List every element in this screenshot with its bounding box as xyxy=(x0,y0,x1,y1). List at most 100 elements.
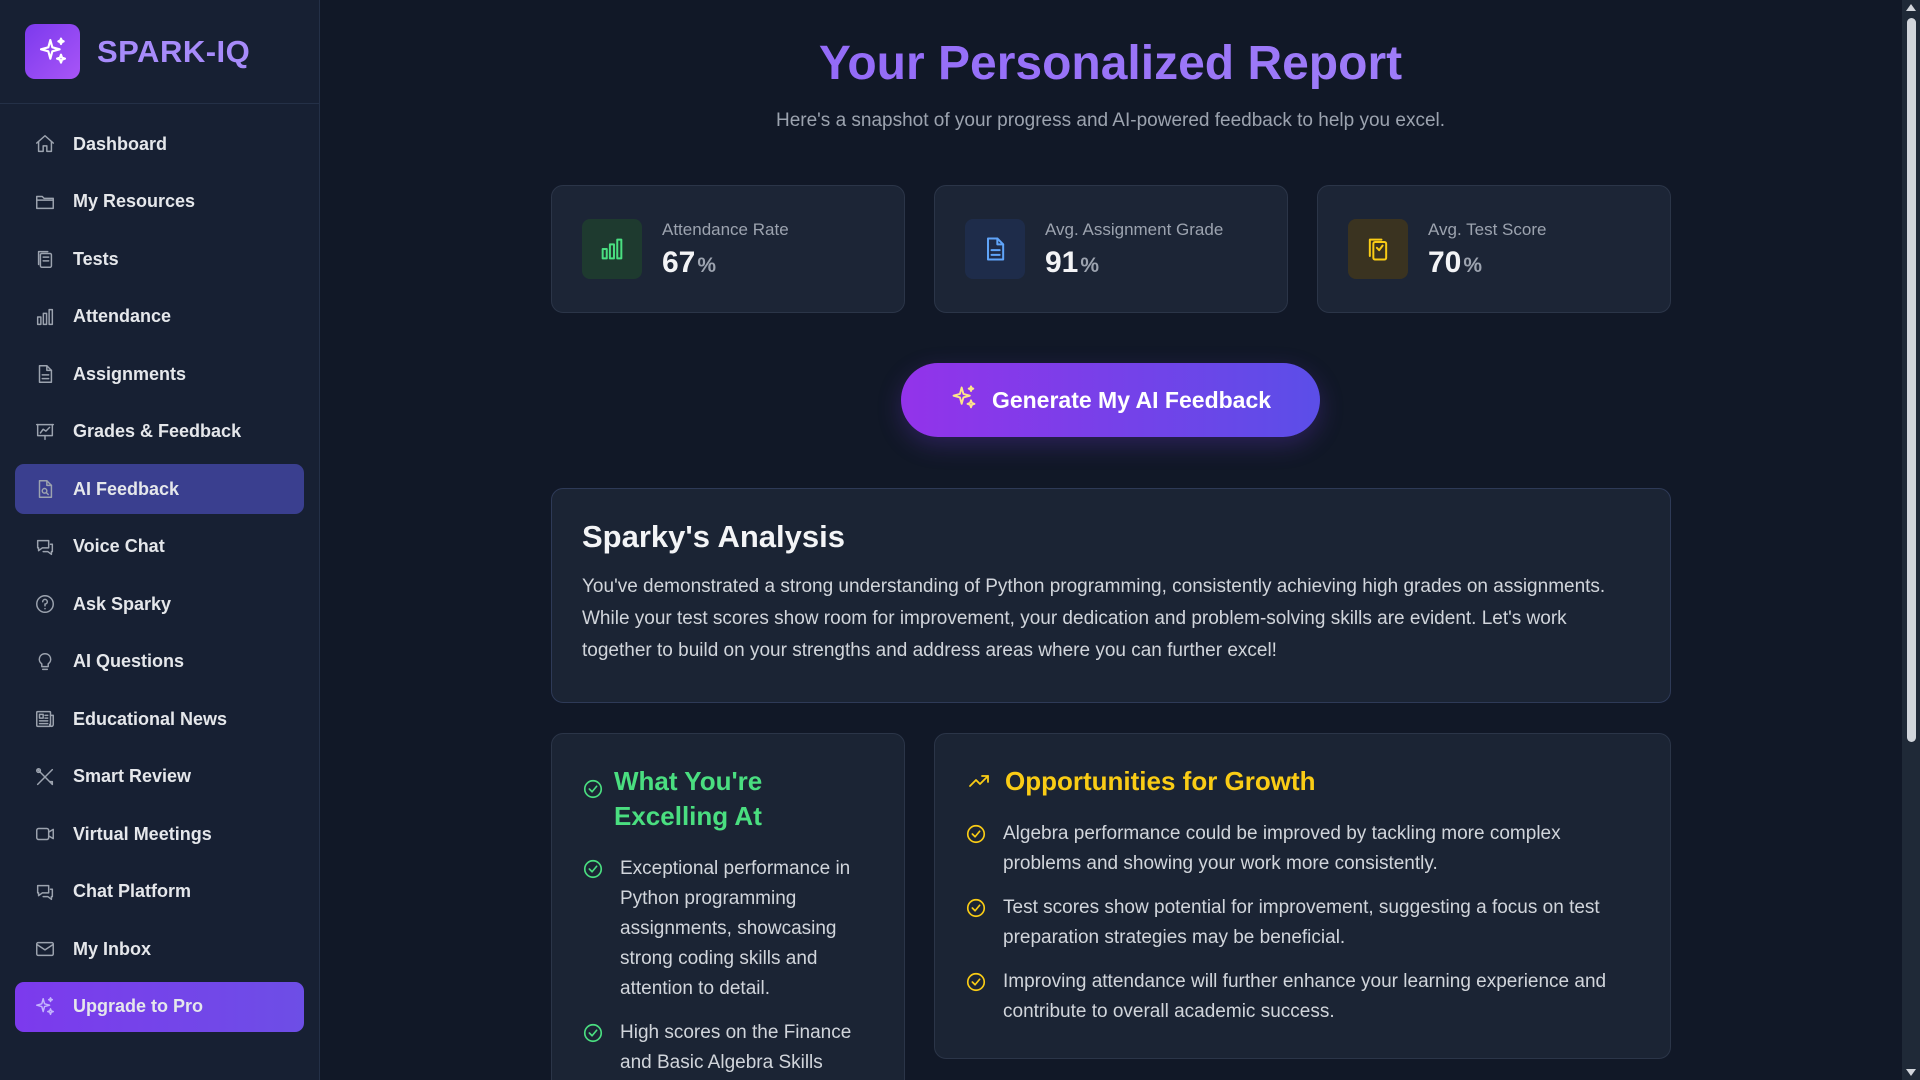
list-item: Algebra performance could be improved by… xyxy=(965,819,1640,879)
upgrade-label: Upgrade to Pro xyxy=(73,996,204,1016)
check-circle-icon xyxy=(965,967,987,998)
sidebar-item-label: Tests xyxy=(73,248,119,269)
sidebar: SPARK-IQ Dashboard My Resources Tests At… xyxy=(0,0,320,1080)
sidebar-item-label: Chat Platform xyxy=(73,881,192,901)
analysis-title: Sparky's Analysis xyxy=(582,519,845,554)
excelling-title: What You're Excelling At xyxy=(614,766,763,831)
sidebar-item-label: Assignments xyxy=(73,363,187,384)
sidebar-item-my-resources[interactable]: My Resources xyxy=(15,177,304,227)
sidebar-item-label: AI Feedback xyxy=(73,478,180,499)
sidebar-nav: Dashboard My Resources Tests Attendance … xyxy=(0,104,319,1032)
sidebar-item-virtual-meetings[interactable]: Virtual Meetings xyxy=(15,809,304,859)
list-item-text: Exceptional performance in Python progra… xyxy=(620,858,851,999)
stat-value: 70% xyxy=(1428,246,1482,280)
check-circle-icon xyxy=(582,774,604,805)
check-circle-icon xyxy=(965,819,987,850)
mail-icon xyxy=(33,937,57,961)
sidebar-item-label: Grades & Feedback xyxy=(73,421,242,441)
analysis-body: You've demonstrated a strong understandi… xyxy=(582,576,1606,661)
sparkles-icon xyxy=(25,24,80,79)
page-subtitle: Here's a snapshot of your progress and A… xyxy=(775,110,1446,131)
stat-unit: % xyxy=(1463,254,1483,277)
sidebar-item-label: Virtual Meetings xyxy=(73,823,212,844)
list-item: Exceptional performance in Python progra… xyxy=(582,854,874,1004)
sparkles-icon xyxy=(950,384,978,417)
folder-icon xyxy=(33,190,57,214)
stat-unit: % xyxy=(697,254,717,277)
stat-label: Attendance Rate xyxy=(662,220,789,239)
generate-ai-feedback-button[interactable]: Generate My AI Feedback xyxy=(901,363,1320,437)
sidebar-item-label: Voice Chat xyxy=(73,536,165,556)
chat-bubbles-icon xyxy=(33,880,57,904)
list-item: Improving attendance will further enhanc… xyxy=(965,967,1640,1027)
question-circle-icon xyxy=(33,592,57,616)
sidebar-item-assignments[interactable]: Assignments xyxy=(15,349,304,399)
sidebar-item-label: My Resources xyxy=(73,191,196,211)
bar-chart-icon xyxy=(33,305,57,329)
page-title: Your Personalized Report xyxy=(321,36,1900,91)
check-circle-icon xyxy=(582,854,604,885)
document-icon xyxy=(965,219,1025,279)
sidebar-item-label: My Inbox xyxy=(73,938,152,959)
clipboard-icon xyxy=(1348,219,1408,279)
brand[interactable]: SPARK-IQ xyxy=(0,0,319,104)
trending-up-icon xyxy=(965,769,993,798)
video-camera-icon xyxy=(33,822,57,846)
sidebar-item-label: Attendance xyxy=(73,306,172,326)
sidebar-item-attendance[interactable]: Attendance xyxy=(15,292,304,342)
stat-value: 91% xyxy=(1045,246,1099,280)
sidebar-item-voice-chat[interactable]: Voice Chat xyxy=(15,522,304,572)
generate-button-label: Generate My AI Feedback xyxy=(991,386,1272,413)
sidebar-item-ask-sparky[interactable]: Ask Sparky xyxy=(15,579,304,629)
sidebar-item-label: Dashboard xyxy=(73,133,168,154)
analysis-card: Sparky's Analysis You've demonstrated a … xyxy=(551,488,1671,703)
stat-value: 67% xyxy=(662,246,716,280)
sidebar-item-label: Ask Sparky xyxy=(73,593,172,614)
sidebar-item-tests[interactable]: Tests xyxy=(15,234,304,284)
clipboard-icon xyxy=(33,247,57,271)
stat-label: Avg. Assignment Grade xyxy=(1045,220,1224,239)
sidebar-item-smart-review[interactable]: Smart Review xyxy=(15,752,304,802)
stat-card-assignment-grade: Avg. Assignment Grade 91% xyxy=(934,185,1288,313)
sidebar-item-ai-feedback[interactable]: AI Feedback xyxy=(15,464,304,514)
scroll-down-arrow-icon[interactable] xyxy=(1906,1069,1916,1076)
list-item-text: Algebra performance could be improved by… xyxy=(1003,823,1561,874)
main-content: Your Personalized Report Here's a snapsh… xyxy=(321,0,1900,1080)
sidebar-item-educational-news[interactable]: Educational News xyxy=(15,694,304,744)
growth-title: Opportunities for Growth xyxy=(1005,766,1316,796)
growth-panel: Opportunities for Growth Algebra perform… xyxy=(934,733,1671,1059)
upgrade-to-pro-button[interactable]: Upgrade to Pro xyxy=(15,981,304,1032)
check-circle-icon xyxy=(582,1018,604,1049)
stat-card-test-score: Avg. Test Score 70% xyxy=(1317,185,1671,313)
list-item-text: Improving attendance will further enhanc… xyxy=(1003,971,1607,1022)
stat-card-attendance: Attendance Rate 67% xyxy=(551,185,905,313)
chat-bubbles-icon xyxy=(33,535,57,559)
brand-name: SPARK-IQ xyxy=(97,33,251,69)
sidebar-item-ai-questions[interactable]: AI Questions xyxy=(15,637,304,687)
bar-chart-icon xyxy=(582,219,642,279)
list-item: Test scores show potential for improveme… xyxy=(965,893,1640,953)
list-item-text: High scores on the Finance and Basic Alg… xyxy=(620,1022,852,1073)
scroll-up-arrow-icon[interactable] xyxy=(1906,4,1916,11)
check-circle-icon xyxy=(965,893,987,924)
stat-number: 70 xyxy=(1428,246,1462,279)
sidebar-item-dashboard[interactable]: Dashboard xyxy=(15,119,304,169)
sidebar-item-label: Educational News xyxy=(73,708,228,729)
document-search-icon xyxy=(33,477,57,501)
sidebar-item-my-inbox[interactable]: My Inbox xyxy=(15,924,304,974)
scrollbar-thumb[interactable] xyxy=(1907,18,1916,742)
tools-icon xyxy=(33,765,57,789)
lightbulb-icon xyxy=(33,650,57,674)
document-icon xyxy=(33,362,57,386)
sparkles-icon xyxy=(33,995,57,1019)
stat-number: 91 xyxy=(1045,246,1079,279)
sidebar-item-grades-feedback[interactable]: Grades & Feedback xyxy=(15,407,304,457)
stat-unit: % xyxy=(1080,254,1100,277)
sidebar-item-label: AI Questions xyxy=(73,651,185,671)
home-icon xyxy=(33,132,57,156)
sidebar-item-label: Smart Review xyxy=(73,766,192,786)
scrollbar[interactable] xyxy=(1902,0,1920,1080)
sidebar-item-chat-platform[interactable]: Chat Platform xyxy=(15,867,304,917)
stat-label: Avg. Test Score xyxy=(1428,220,1547,239)
newspaper-icon xyxy=(33,707,57,731)
